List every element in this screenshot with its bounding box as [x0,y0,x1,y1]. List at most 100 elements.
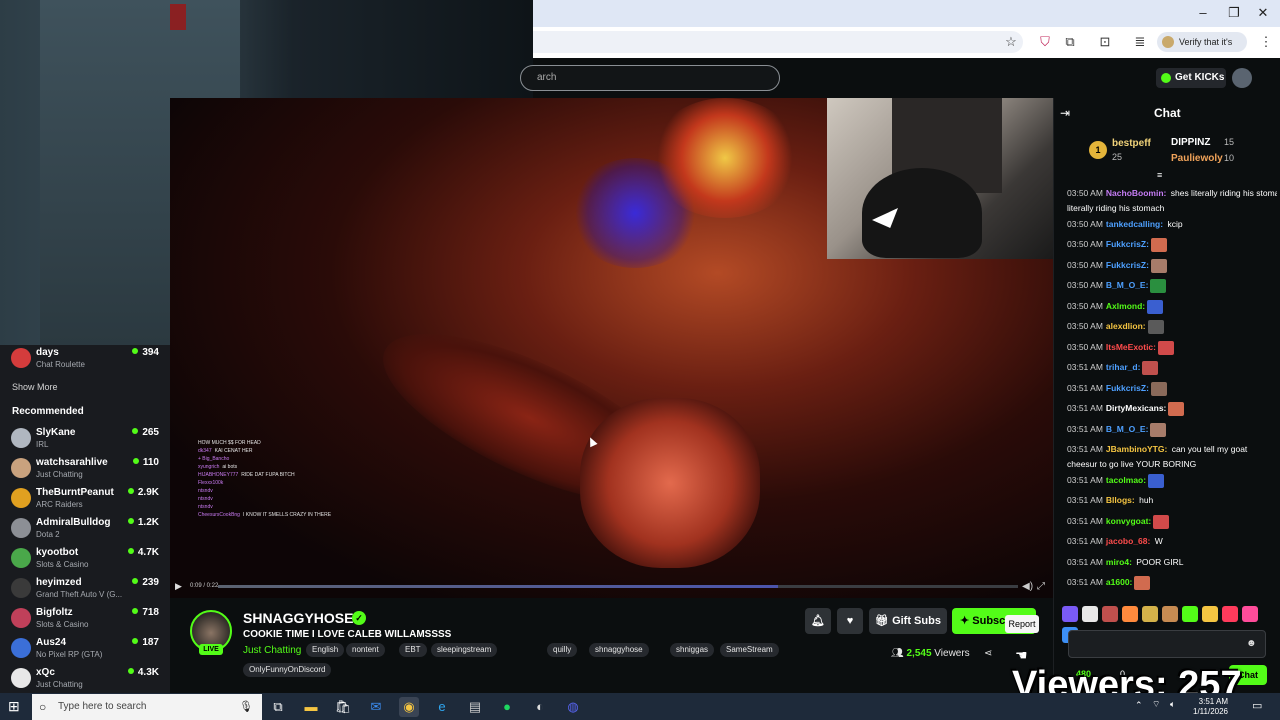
emote-picker-icon[interactable] [1102,606,1118,622]
chat-username[interactable]: trihar_d: [1106,362,1140,372]
chat-username[interactable]: JBambinoYTG: [1106,444,1167,454]
follow-button[interactable]: ♥ [837,608,863,634]
sidebar-item-aus24[interactable]: Aus24 No Pixel RP (GTA) 187 [0,635,170,665]
taskbar-clock[interactable]: 3:51 AM 1/11/2026 [1193,697,1228,717]
chat-username[interactable]: Bllogs: [1106,495,1135,505]
emote-picker-icon[interactable] [1202,606,1218,622]
tag-chip[interactable]: nontent [346,643,385,657]
chat-username[interactable]: a1600: [1106,577,1132,587]
search-placeholder: arch [537,72,557,83]
file-explorer-icon[interactable]: ▬ [301,697,321,717]
tag-chip[interactable]: shniggas [670,643,715,657]
filter-icon[interactable]: ≡ [1157,170,1162,180]
chat-input[interactable] [1068,630,1266,658]
sidebar-item-xqc[interactable]: xQc Just Chatting 4.3K [0,665,170,695]
task-view-icon[interactable]: ⧉ [268,697,288,717]
tag-chip[interactable]: OnlyFunnyOnDiscord [243,663,332,677]
tag-chip[interactable]: quilly [547,643,578,657]
chrome-icon[interactable]: ◉ [399,697,419,717]
leaderboard-name[interactable]: Pauliewoly [1171,153,1223,164]
overlay-chat-user: xyungrich [198,464,220,470]
tag-chip[interactable]: shnaggyhose [589,643,649,657]
minimize-icon[interactable]: – [1193,4,1213,22]
chat-username[interactable]: miro4: [1106,557,1132,567]
chat-username[interactable]: FukkcrisZ: [1106,383,1149,393]
sidebar-item-heyimzed[interactable]: heyimzed Grand Theft Auto V (G... 239 [0,575,170,605]
close-icon[interactable]: ✕ [1253,4,1273,22]
sidebar-item-theburntpeanut[interactable]: TheBurntPeanut ARC Raiders 2.9K [0,485,170,515]
chat-username[interactable]: tacolmao: [1106,475,1146,485]
emote-picker-icon[interactable] [1122,606,1138,622]
gift-subs-button[interactable]: 🎁︎ Gift Subs [869,608,947,634]
search-input[interactable]: arch [520,65,780,91]
viewer-count: 110 [133,457,159,468]
extensions-icon[interactable]: ⧉ [1061,33,1079,51]
emote-picker-icon[interactable] [1162,606,1178,622]
reading-list-icon[interactable]: ≣ [1131,33,1149,51]
bookmark-star-icon[interactable]: ☆ [1002,33,1020,51]
get-kicks-button[interactable]: Get KICKs [1156,68,1226,88]
emote-picker-icon[interactable] [1062,606,1078,622]
emote-picker-icon[interactable] [1142,606,1158,622]
screenshot-icon[interactable]: ⊡ [1096,33,1114,51]
store-icon[interactable]: 🛍︎ [333,697,353,717]
chat-username[interactable]: tankedcalling: [1106,219,1163,229]
leaderboard-name[interactable]: DIPPINZ [1171,137,1210,148]
restore-icon[interactable]: ❐ [1224,4,1244,22]
tag-chip[interactable]: EBT [399,643,427,657]
chat-username[interactable]: DirtyMexicans: [1106,403,1166,413]
chat-username[interactable]: jacobo_68: [1106,536,1150,546]
chat-username[interactable]: FukkcrisZ: [1106,239,1149,249]
streamer-name[interactable]: SHNAGGYHOSE [243,610,353,626]
chat-username[interactable]: FukkcrisZ: [1106,260,1149,270]
emote-picker-icon[interactable] [1182,606,1198,622]
chat-username[interactable]: konvygoat: [1106,516,1151,526]
tray-chevron-icon[interactable]: ⌃ [1135,700,1143,711]
browser-menu-icon[interactable]: ⋮ [1257,33,1275,51]
extension-shield-icon[interactable]: ⛉ [1036,33,1054,51]
emote-picker-icon[interactable] [1222,606,1238,622]
play-icon[interactable]: ▶ [175,581,182,592]
speaker-icon[interactable]: 🔈︎ [1170,699,1175,710]
leaderboard-name[interactable]: bestpeff [1112,138,1151,149]
tag-chip[interactable]: SameStream [720,643,779,657]
collapse-chat-icon[interactable]: ⇥ [1060,106,1070,120]
chat-username[interactable]: Axlmond: [1106,301,1145,311]
sidebar-item-slykane[interactable]: SlyKane IRL 265 [0,425,170,455]
tag-chip[interactable]: English [306,643,345,657]
tag-chip[interactable]: sleepingstream [431,643,498,657]
category-link[interactable]: Just Chatting [243,645,301,656]
network-icon[interactable]: ⌔ [1152,699,1160,710]
steam-icon[interactable]: ◐ [530,697,550,717]
taskbar-search-input[interactable]: ○ Type here to search 🎙︎ [32,694,262,720]
spotify-icon[interactable]: ● [497,697,517,717]
sidebar-item-days[interactable]: days Chat Roulette 394 [0,345,170,375]
user-avatar[interactable] [1232,68,1252,88]
sidebar-item-bigfoltz[interactable]: Bigfoltz Slots & Casino 718 [0,605,170,635]
notification-icon[interactable]: ▭ [1252,699,1262,712]
emote-picker-icon[interactable] [1082,606,1098,622]
share-icon[interactable]: ⋖ [984,648,992,659]
address-bar[interactable] [533,31,1023,53]
chat-username[interactable]: NachoBoomin: [1106,188,1166,198]
mail-icon[interactable]: ✉ [366,697,386,717]
overlay-chat-line: HIJABHONEY777 RIDE DAT FUPA BITCH [198,472,348,480]
chat-username[interactable]: alexdlion: [1106,321,1146,331]
app-icon[interactable]: ▤ [465,697,485,717]
edge-icon[interactable]: e [432,697,452,717]
sidebar-item-kyootbot[interactable]: kyootbot Slots & Casino 4.7K [0,545,170,575]
windows-start-icon[interactable]: ⊞ [8,698,20,715]
show-more-link[interactable]: Show More [12,382,58,392]
chat-username[interactable]: ItsMeExotic: [1106,342,1156,352]
verify-profile-chip[interactable]: Verify that it's you [1157,32,1247,67]
sidebar-item-admiralbulldog[interactable]: AdmiralBulldog Dota 2 1.2K [0,515,170,545]
fullscreen-icon[interactable]: ⤢ [1037,581,1045,592]
emoji-icon[interactable]: ☻ [1246,638,1257,649]
emote-picker-icon[interactable] [1242,606,1258,622]
chat-username[interactable]: B_M_O_E: [1106,280,1149,290]
notification-bell-button[interactable]: 🔔︎ [805,608,831,634]
discord-icon[interactable]: ◍ [563,697,583,717]
chat-username[interactable]: B_M_O_E: [1106,424,1149,434]
sidebar-item-watchsarahlive[interactable]: watchsarahlive Just Chatting 110 [0,455,170,485]
volume-icon[interactable]: ◀) [1022,581,1033,592]
